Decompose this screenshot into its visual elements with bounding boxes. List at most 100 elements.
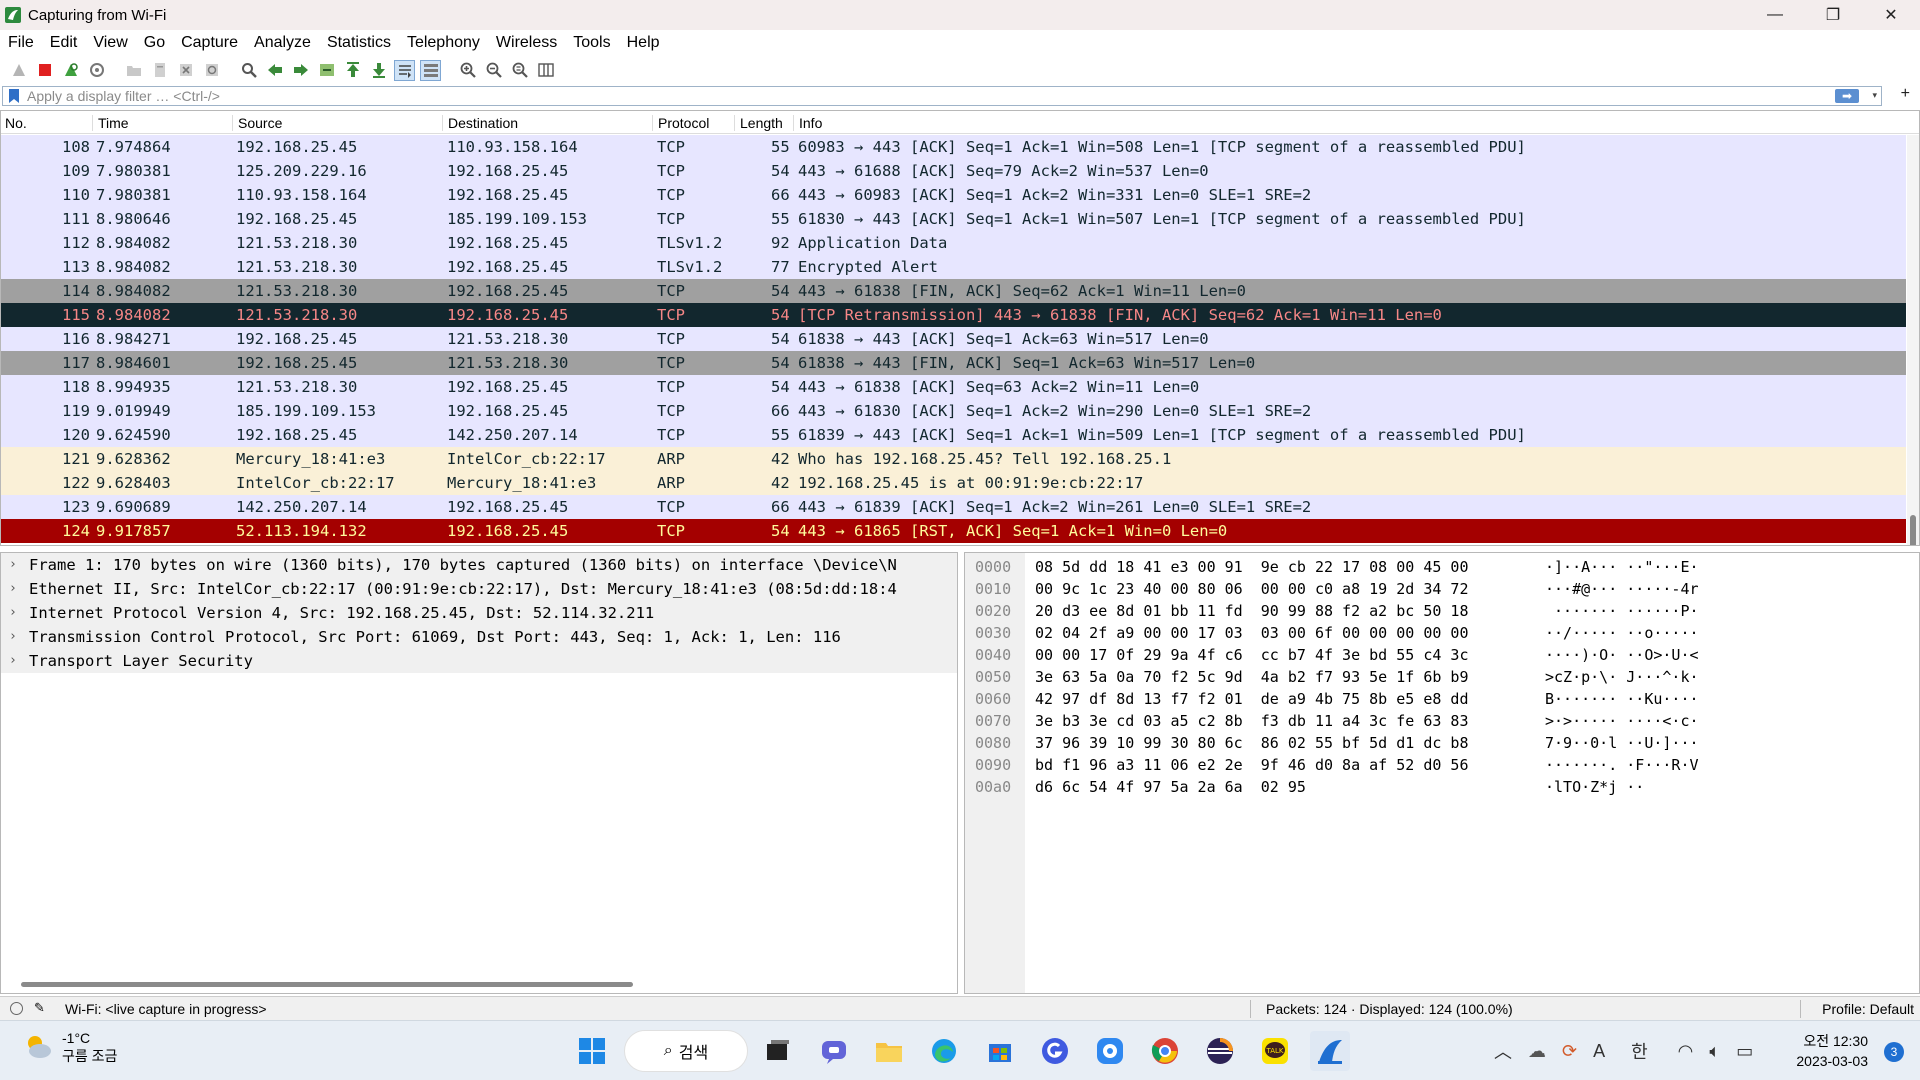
column-header-info[interactable]: Info: [795, 115, 1905, 131]
menu-statistics[interactable]: Statistics: [319, 34, 399, 52]
g-app-icon[interactable]: [1035, 1031, 1075, 1071]
expand-chevron-icon[interactable]: ›: [9, 649, 17, 673]
find-packet-icon[interactable]: [238, 60, 259, 81]
column-header-no[interactable]: No.: [1, 115, 93, 131]
open-file-icon[interactable]: [123, 60, 144, 81]
bytes-row[interactable]: 0010 00 9c 1c 23 40 00 80 06 00 00 c0 a8 …: [965, 578, 1919, 600]
battery-icon[interactable]: ▭: [1736, 1041, 1753, 1062]
menu-edit[interactable]: Edit: [42, 34, 86, 52]
menu-analyze[interactable]: Analyze: [246, 34, 319, 52]
colorize-icon[interactable]: [420, 59, 441, 81]
menu-view[interactable]: View: [85, 34, 135, 52]
normal-size-icon[interactable]: [509, 60, 530, 81]
column-header-time[interactable]: Time: [94, 115, 233, 131]
show-hidden-icons-chevron-icon[interactable]: ︿: [1494, 1038, 1512, 1064]
bytes-row[interactable]: 0070 3e b3 3e cd 03 a5 c2 8b f3 db 11 a4 …: [965, 710, 1919, 732]
volume-icon[interactable]: 🔈︎: [1709, 1041, 1720, 1062]
first-packet-icon[interactable]: [342, 60, 363, 81]
detail-tree-item[interactable]: › Transmission Control Protocol, Src Port…: [1, 625, 957, 649]
bytes-row[interactable]: 0000 08 5d dd 18 41 e3 00 91 9e cb 22 17 …: [965, 556, 1919, 578]
kakaotalk-icon[interactable]: TALK: [1255, 1031, 1295, 1071]
packet-row[interactable]: 121 9.628362 Mercury_18:41:e3 IntelCor_cb:2…: [1, 447, 1906, 471]
close-file-icon[interactable]: [175, 60, 196, 81]
apply-filter-arrow-icon[interactable]: ➡: [1835, 89, 1859, 103]
capture-comment-pen-icon[interactable]: ✎: [34, 1000, 45, 1016]
start-menu-icon[interactable]: [572, 1031, 612, 1071]
packet-row[interactable]: 124 9.917857 52.113.194.132 192.168.25.45 TC…: [1, 519, 1906, 543]
packet-row[interactable]: 109 7.980381 125.209.229.16 192.168.25.45 TC…: [1, 159, 1906, 183]
bytes-row[interactable]: 0080 37 96 39 10 99 30 80 6c 86 02 55 bf …: [965, 732, 1919, 754]
packet-list-scroll-thumb[interactable]: [1910, 515, 1916, 545]
go-back-icon[interactable]: [264, 60, 285, 81]
taskbar-clock[interactable]: 오전 12:30 2023-03-03: [1796, 1031, 1868, 1071]
menu-tools[interactable]: Tools: [565, 34, 618, 52]
column-header-destination[interactable]: Destination: [444, 115, 653, 131]
edge-browser-icon[interactable]: [924, 1031, 964, 1071]
task-view-icon[interactable]: [758, 1031, 798, 1071]
expand-chevron-icon[interactable]: ›: [9, 601, 17, 625]
detail-tree-item[interactable]: › Internet Protocol Version 4, Src: 192.1…: [1, 601, 957, 625]
detail-tree-item[interactable]: › Transport Layer Security: [1, 649, 957, 673]
bytes-row[interactable]: 0050 3e 63 5a 0a 70 f2 5c 9d 4a b2 f7 93 …: [965, 666, 1919, 688]
display-filter-input[interactable]: [27, 88, 1807, 104]
zoom-in-icon[interactable]: [457, 60, 478, 81]
go-forward-icon[interactable]: [290, 60, 311, 81]
detail-tree-item[interactable]: › Frame 1: 170 bytes on wire (1360 bits),…: [1, 553, 957, 577]
autoscroll-icon[interactable]: [394, 59, 415, 81]
packet-row[interactable]: 115 8.984082 121.53.218.30 192.168.25.45 TCP…: [1, 303, 1906, 327]
packet-row[interactable]: 110 7.980381 110.93.158.164 192.168.25.45 TC…: [1, 183, 1906, 207]
menu-wireless[interactable]: Wireless: [488, 34, 565, 52]
bytes-row[interactable]: 0060 42 97 df 8d 13 f7 f2 01 de a9 4b 75 …: [965, 688, 1919, 710]
expand-chevron-icon[interactable]: ›: [9, 553, 17, 577]
expand-chevron-icon[interactable]: ›: [9, 625, 17, 649]
eclipse-ide-icon[interactable]: [1200, 1031, 1240, 1071]
packet-row[interactable]: 108 7.974864 192.168.25.45 110.93.158.164 TC…: [1, 135, 1906, 159]
column-header-length[interactable]: Length: [736, 115, 794, 131]
packet-row[interactable]: 123 9.690689 142.250.207.14 192.168.25.45 TC…: [1, 495, 1906, 519]
go-to-packet-icon[interactable]: [316, 60, 337, 81]
packet-row[interactable]: 116 8.984271 192.168.25.45 121.53.218.30 TCP…: [1, 327, 1906, 351]
zoom-out-icon[interactable]: [483, 60, 504, 81]
packet-row[interactable]: 111 8.980646 192.168.25.45 185.199.109.153 T…: [1, 207, 1906, 231]
packet-row[interactable]: 117 8.984601 192.168.25.45 121.53.218.30 TCP…: [1, 351, 1906, 375]
packet-row[interactable]: 118 8.994935 121.53.218.30 192.168.25.45 TCP…: [1, 375, 1906, 399]
taskbar-search-box[interactable]: ⌕ 검색: [624, 1030, 748, 1072]
bytes-row[interactable]: 0090 bd f1 96 a3 11 06 e2 2e 9f 46 d0 8a …: [965, 754, 1919, 776]
save-file-icon[interactable]: [149, 60, 170, 81]
filter-history-dropdown-icon[interactable]: ▾: [1872, 90, 1877, 101]
packet-row[interactable]: 113 8.984082 121.53.218.30 192.168.25.45 TLS…: [1, 255, 1906, 279]
menu-help[interactable]: Help: [619, 34, 668, 52]
menu-go[interactable]: Go: [136, 34, 173, 52]
close-button[interactable]: ✕: [1862, 0, 1920, 30]
expert-info-icon[interactable]: [10, 1002, 23, 1015]
column-header-protocol[interactable]: Protocol: [654, 115, 735, 131]
wifi-icon[interactable]: ◠: [1678, 1041, 1694, 1062]
packet-row[interactable]: 114 8.984082 121.53.218.30 192.168.25.45 TCP…: [1, 279, 1906, 303]
packet-row[interactable]: 120 9.624590 192.168.25.45 142.250.207.14 TC…: [1, 423, 1906, 447]
reload-file-icon[interactable]: [201, 60, 222, 81]
packet-list-scrollbar[interactable]: [1907, 135, 1919, 545]
bytes-row[interactable]: 0040 00 00 17 0f 29 9a 4f c6 cc b7 4f 3e …: [965, 644, 1919, 666]
refresh-sync-icon[interactable]: ⟳: [1562, 1041, 1577, 1062]
restore-button[interactable]: ❐: [1804, 0, 1862, 30]
wireshark-taskbar-icon[interactable]: [1310, 1031, 1350, 1071]
start-capture-icon[interactable]: [8, 60, 29, 81]
bytes-row[interactable]: 00a0 d6 6c 54 4f 97 5a 2a 6a 02 95 ·lTO·Z*…: [965, 776, 1919, 798]
profile-switcher[interactable]: Profile: Default: [1822, 1001, 1914, 1017]
microsoft-store-icon[interactable]: [980, 1031, 1020, 1071]
ime-mode-indicator[interactable]: A: [1593, 1041, 1605, 1062]
resize-columns-icon[interactable]: [535, 60, 556, 81]
last-packet-icon[interactable]: [368, 60, 389, 81]
expand-chevron-icon[interactable]: ›: [9, 577, 17, 601]
chrome-browser-icon[interactable]: [1145, 1031, 1185, 1071]
bytes-row[interactable]: 0030 02 04 2f a9 00 00 17 03 03 00 6f 00 …: [965, 622, 1919, 644]
menu-capture[interactable]: Capture: [173, 34, 246, 52]
column-header-source[interactable]: Source: [234, 115, 443, 131]
file-explorer-icon[interactable]: [869, 1031, 909, 1071]
packet-row[interactable]: 122 9.628403 IntelCor_cb:22:17 Mercury_18:4…: [1, 471, 1906, 495]
bytes-row[interactable]: 0020 20 d3 ee 8d 01 bb 11 fd 90 99 88 f2 …: [965, 600, 1919, 622]
minimize-button[interactable]: —: [1746, 0, 1804, 30]
weather-widget[interactable]: -1°C 구름 조금: [22, 1029, 117, 1065]
detail-tree-item[interactable]: › Ethernet II, Src: IntelCor_cb:22:17 (00…: [1, 577, 957, 601]
packet-row[interactable]: 112 8.984082 121.53.218.30 192.168.25.45 TLS…: [1, 231, 1906, 255]
